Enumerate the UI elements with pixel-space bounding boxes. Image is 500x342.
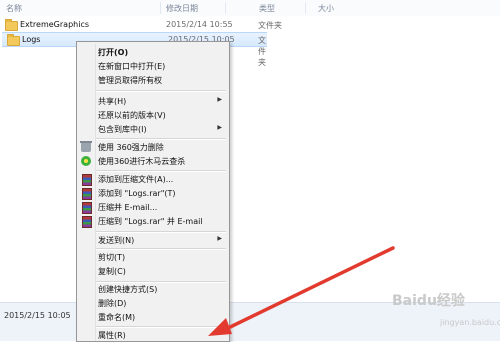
menu-item-restore-versions[interactable]: 还原以前的版本(V)	[79, 108, 227, 122]
context-menu: 打开(O) 在新窗口中打开(E) 管理员取得所有权 共享(H) ▶ 还原以前的版…	[76, 41, 230, 342]
watermark-url: jingyan.baidu.com	[440, 318, 500, 327]
menu-item-open-new-window[interactable]: 在新窗口中打开(E)	[79, 59, 227, 73]
menu-item-label: 剪切(T)	[98, 253, 126, 262]
menu-item-share[interactable]: 共享(H) ▶	[79, 94, 227, 108]
menu-separator	[96, 90, 226, 92]
menu-item-add-to-archive[interactable]: 添加到压缩文件(A)...	[79, 172, 227, 186]
menu-item-open[interactable]: 打开(O)	[79, 45, 227, 59]
baidu-watermark: Baidu经验	[392, 293, 465, 309]
file-type: 文件夹	[258, 36, 266, 67]
winrar-icon	[82, 188, 92, 200]
menu-item-label: 在新窗口中打开(E)	[98, 62, 166, 71]
winrar-icon	[82, 216, 92, 228]
annotation-arrow	[208, 246, 395, 336]
menu-item-trojan-scan-360[interactable]: 使用360进行木马云查杀	[79, 154, 227, 168]
menu-item-label: 使用360进行木马云查杀	[98, 157, 186, 166]
menu-item-delete[interactable]: 删除(D)	[79, 296, 227, 310]
menu-item-compress-email[interactable]: 压缩并 E-mail...	[79, 200, 227, 214]
menu-item-include-library[interactable]: 包含到库中(I) ▶	[79, 122, 227, 136]
folder-icon	[7, 34, 20, 46]
menu-item-label: 属性(R)	[98, 331, 126, 340]
column-header: 名称 修改日期 类型 大小	[0, 0, 500, 16]
status-date: 2015/2/15 10:05	[4, 311, 71, 320]
menu-item-label: 创建快捷方式(S)	[98, 285, 158, 294]
column-date[interactable]: 修改日期	[166, 3, 198, 14]
360-security-icon	[81, 156, 91, 166]
menu-item-label: 添加到 "Logs.rar"(T)	[98, 189, 176, 198]
menu-item-label: 压缩到 "Logs.rar" 并 E-mail	[98, 217, 203, 226]
menu-item-label: 重命名(M)	[98, 313, 136, 322]
menu-item-send-to[interactable]: 发送到(N) ▶	[79, 233, 227, 247]
file-date: 2015/2/14 10:55	[166, 20, 233, 29]
column-divider[interactable]	[305, 2, 306, 14]
file-type: 文件夹	[258, 21, 282, 30]
menu-item-copy[interactable]: 复制(C)	[79, 264, 227, 278]
shredder-icon	[80, 141, 92, 152]
menu-item-label: 包含到库中(I)	[98, 125, 147, 134]
menu-item-label: 发送到(N)	[98, 236, 135, 245]
file-name: Logs	[22, 35, 41, 44]
menu-item-label: 还原以前的版本(V)	[98, 111, 166, 120]
file-name: ExtremeGraphics	[20, 20, 90, 29]
menu-item-add-to-logs-rar[interactable]: 添加到 "Logs.rar"(T)	[79, 186, 227, 200]
submenu-arrow-icon: ▶	[217, 235, 222, 242]
menu-item-label: 管理员取得所有权	[98, 76, 162, 85]
column-type[interactable]: 类型	[259, 3, 275, 14]
column-divider[interactable]	[225, 2, 226, 14]
submenu-arrow-icon: ▶	[217, 124, 222, 131]
menu-item-label: 使用 360强力删除	[98, 143, 164, 152]
winrar-icon	[82, 202, 92, 214]
menu-item-label: 共享(H)	[98, 97, 127, 106]
winrar-icon	[82, 174, 92, 186]
menu-item-label: 添加到压缩文件(A)...	[98, 175, 174, 184]
menu-item-label: 删除(D)	[98, 299, 127, 308]
submenu-arrow-icon: ▶	[217, 96, 222, 103]
column-name[interactable]: 名称	[6, 3, 22, 14]
menu-item-take-ownership[interactable]: 管理员取得所有权	[79, 73, 227, 87]
menu-item-cut[interactable]: 剪切(T)	[79, 250, 227, 264]
menu-item-label: 压缩并 E-mail...	[98, 203, 158, 212]
menu-item-label: 打开(O)	[98, 48, 129, 57]
column-size[interactable]: 大小	[318, 3, 334, 14]
column-divider[interactable]	[160, 2, 161, 14]
menu-item-create-shortcut[interactable]: 创建快捷方式(S)	[79, 282, 227, 296]
menu-item-rename[interactable]: 重命名(M)	[79, 310, 227, 324]
folder-icon	[5, 19, 18, 31]
menu-item-label: 复制(C)	[98, 267, 126, 276]
menu-item-compress-logs-email[interactable]: 压缩到 "Logs.rar" 并 E-mail	[79, 214, 227, 228]
menu-item-force-delete-360[interactable]: 使用 360强力删除	[79, 140, 227, 154]
file-row-extremegraphics[interactable]: ExtremeGraphics 2015/2/14 10:55 文件夹	[0, 18, 500, 32]
